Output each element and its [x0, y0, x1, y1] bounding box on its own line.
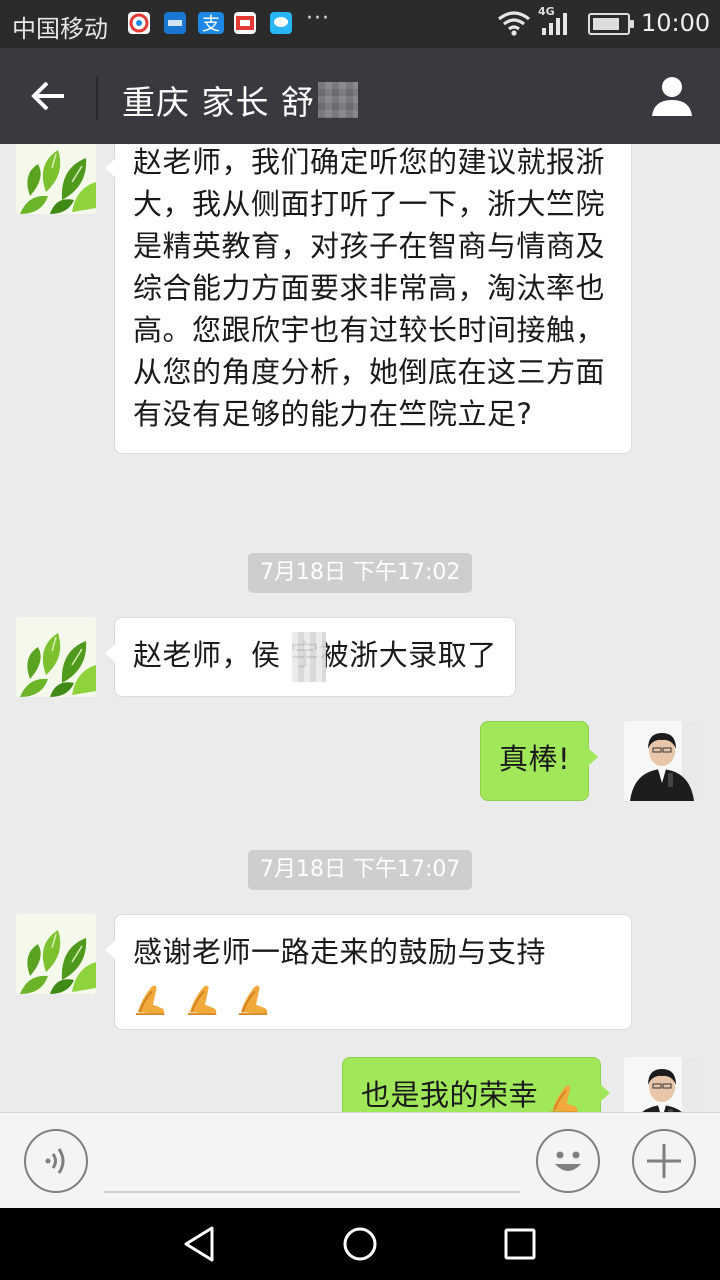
message-text: 真棒! [499, 742, 571, 776]
carrier-label: 中国移动 [12, 15, 108, 43]
plus-icon [647, 1144, 681, 1178]
redacted-name-mosaic [292, 632, 326, 682]
chat-header: 重庆 家长 舒 [0, 48, 720, 144]
my-avatar[interactable] [624, 721, 704, 801]
folded-hands-icon [134, 984, 166, 1016]
contact-avatar[interactable] [16, 144, 96, 214]
folded-hands-icon [549, 1084, 579, 1112]
voice-input-button[interactable] [24, 1129, 88, 1193]
message-timestamp: 7月18日 下午17:02 [248, 553, 473, 593]
nav-recents-icon[interactable] [498, 1222, 542, 1266]
clock: 10:00 [641, 9, 711, 37]
sent-message[interactable]: 真棒! [480, 721, 599, 801]
message-text: 赵老师，我们确定听您的建议就报浙大，我从侧面打听了一下，浙大竺院是精英教育，对孩… [133, 145, 606, 431]
message-app-icon [270, 12, 292, 34]
folded-hands-icon [238, 984, 269, 1016]
chat-info-button[interactable] [648, 72, 696, 120]
more-notifications-icon: ··· [306, 6, 330, 31]
contact-avatar[interactable] [16, 617, 96, 697]
header-divider [96, 76, 98, 120]
my-avatar[interactable] [624, 1057, 704, 1112]
status-bar: 中国移动 支 ··· 4G 10:00 [0, 0, 720, 48]
received-message[interactable]: 感谢老师一路走来的鼓励与支持 [105, 914, 632, 1030]
wifi-icon [498, 11, 530, 36]
signal-icon [542, 13, 567, 35]
battery-icon [588, 13, 634, 35]
chat-title: 重庆 家长 舒 [122, 83, 315, 122]
redacted-name-mosaic [318, 82, 358, 118]
person-icon [652, 77, 692, 116]
nav-back-icon[interactable] [178, 1222, 222, 1266]
back-arrow-icon [31, 81, 64, 111]
received-message[interactable]: 赵老师，我们确定听您的建议就报浙大，我从侧面打听了一下，浙大竺院是精英教育，对孩… [105, 144, 632, 454]
emoji-row [133, 975, 613, 1016]
emoji-button[interactable] [536, 1129, 600, 1193]
folded-hands-icon [186, 984, 217, 1016]
input-bar [0, 1112, 720, 1208]
back-button[interactable] [20, 72, 76, 120]
weibo-news-icon [234, 12, 256, 34]
bank-app-icon [164, 12, 186, 34]
message-list[interactable]: 赵老师，我们确定听您的建议就报浙大，我从侧面打听了一下，浙大竺院是精英教育，对孩… [0, 144, 720, 1112]
message-input[interactable] [104, 1133, 520, 1193]
message-timestamp: 7月18日 下午17:07 [248, 850, 473, 890]
camera-app-icon [128, 12, 150, 34]
nav-home-icon[interactable] [338, 1222, 382, 1266]
message-text: 感谢老师一路走来的鼓励与支持 [133, 935, 547, 969]
message-text: 也是我的荣幸 [361, 1078, 539, 1112]
sent-message[interactable]: 也是我的荣幸 [342, 1057, 610, 1112]
alipay-icon: 支 [198, 12, 224, 35]
smiley-icon [555, 1151, 581, 1171]
contact-avatar[interactable] [16, 914, 96, 994]
voice-icon [45, 1148, 65, 1174]
system-nav-bar [0, 1208, 720, 1280]
svg-text:支: 支 [202, 14, 220, 34]
more-functions-button[interactable] [632, 1129, 696, 1193]
